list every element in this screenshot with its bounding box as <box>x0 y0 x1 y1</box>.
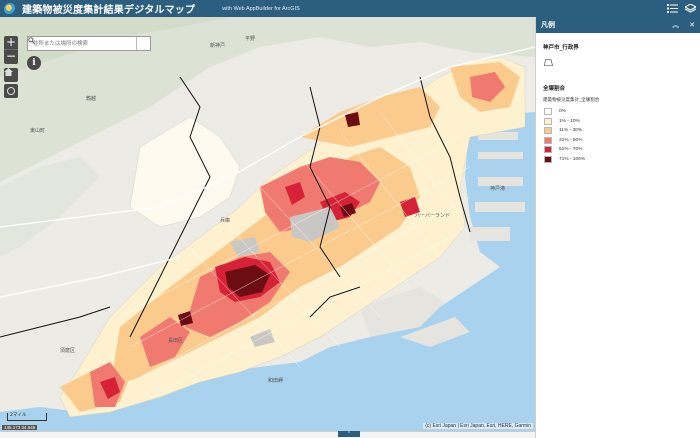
close-panel-button[interactable]: ✕ <box>689 21 695 29</box>
layers-icon[interactable] <box>683 1 698 16</box>
map-label-kobe-port: 神戸港 <box>490 186 506 192</box>
collapse-panel-button[interactable]: ︽ <box>672 20 679 30</box>
map-label-hyogo: 兵庫 <box>220 218 231 224</box>
map-label-hirano: 平野 <box>245 36 256 42</box>
legend-item: 31% - 50% <box>544 136 700 146</box>
legend-item: 71% - 100% <box>544 155 700 165</box>
search-widget <box>27 36 151 51</box>
map-label-hiyodori: 鵯越 <box>86 96 97 102</box>
legend-panel-title: 凡例 <box>541 21 555 29</box>
app-subtitle: with Web AppBuilder for ArcGIS <box>222 5 300 12</box>
legend-item: 1% - 10% <box>544 117 700 127</box>
legend-item-label: 51% - 70% <box>559 147 583 153</box>
legend-panel: 凡例 ︽ ✕ 神戸市_行政界 全壊割合 建築物被災度集計_全壊割合 0% 1% -… <box>535 17 700 438</box>
chevron-up-icon: ⌃ <box>346 431 352 437</box>
zoom-in-button[interactable]: + <box>4 36 18 50</box>
app-logo-icon <box>4 2 16 15</box>
scale-bar: 2マイル <box>7 413 47 421</box>
legend-item: 11% - 30% <box>544 126 700 136</box>
legend-list-icon[interactable] <box>665 1 680 16</box>
legend-layer-boundary: 神戸市_行政界 <box>543 45 579 51</box>
zoom-control: + − <box>4 36 18 64</box>
info-icon: i <box>32 58 36 68</box>
legend-swatch <box>544 108 552 116</box>
search-icon <box>28 37 35 44</box>
boundary-polygon-symbol <box>544 59 553 66</box>
home-button[interactable] <box>4 68 18 82</box>
map-view[interactable]: 新神戸 鵯越 東山町 平野 兵庫 神戸港 和田岬 長田区 須磨区 ハーバーランド… <box>0 17 535 438</box>
map-label-suma: 須磨区 <box>60 348 76 354</box>
zoom-out-button[interactable]: − <box>4 50 18 64</box>
legend-swatch <box>544 127 552 135</box>
legend-item-label: 11% - 30% <box>559 128 583 134</box>
legend-class-list: 0% 1% - 10% 11% - 30% 31% - 50% 51% - 70% 71%… <box>544 107 700 164</box>
map-label-shin-kobe: 新神戸 <box>210 43 226 49</box>
bottom-panel-toggle[interactable]: ⌃ <box>338 431 360 437</box>
legend-item-label: 0% <box>559 109 566 115</box>
map-label-nagata: 長田区 <box>168 338 184 344</box>
coordinate-readout: 135.173 34.646 <box>2 425 38 430</box>
map-attribution: (c) Esri Japan | Esri Japan, Esri, HERE,… <box>423 423 533 429</box>
basemap <box>0 17 535 438</box>
legend-layer-group: 全壊割合 <box>543 86 566 92</box>
legend-item-label: 1% - 10% <box>559 118 580 124</box>
app-header: 建築物被災度集計結果デジタルマップ with Web AppBuilder fo… <box>0 0 700 17</box>
map-label-higashiyama: 東山町 <box>30 128 46 134</box>
legend-item-label: 71% - 100% <box>559 156 586 162</box>
map-label-wadamisaki: 和田岬 <box>268 378 284 384</box>
app-title: 建築物被災度集計結果デジタルマップ <box>22 5 196 16</box>
legend-item: 51% - 70% <box>544 145 700 155</box>
legend-panel-header: 凡例 ︽ ✕ <box>536 17 700 33</box>
legend-swatch <box>544 136 552 144</box>
search-button[interactable] <box>28 37 150 50</box>
info-button[interactable]: i <box>27 56 41 70</box>
legend-swatch <box>544 146 552 154</box>
bottom-panel-bar <box>0 431 535 438</box>
legend-item-label: 31% - 50% <box>559 137 583 143</box>
legend-swatch <box>544 155 552 163</box>
legend-field-label: 建築物被災度集計_全壊割合 <box>543 98 600 103</box>
legend-item: 0% <box>544 107 700 117</box>
search-input[interactable] <box>28 37 136 50</box>
chevron-double-up-icon: ︽ <box>672 21 680 29</box>
map-label-harborland: ハーバーランド <box>415 213 450 219</box>
legend-swatch <box>544 117 552 125</box>
my-location-button[interactable] <box>4 84 18 98</box>
locate-icon <box>7 87 15 95</box>
home-icon <box>4 68 13 76</box>
close-icon: ✕ <box>689 21 695 29</box>
